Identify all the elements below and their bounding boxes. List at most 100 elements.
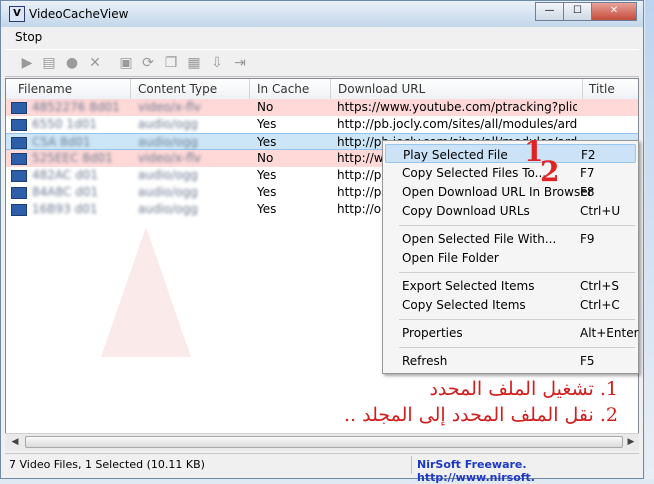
record-icon[interactable]: ● bbox=[64, 55, 80, 71]
column-header: Filename Content Type In Cache Download … bbox=[6, 79, 638, 100]
title-bar[interactable]: V VideoCacheView — ☐ ✕ bbox=[1, 1, 643, 27]
window-title: VideoCacheView bbox=[29, 7, 129, 21]
menu-item-label: Open File Folder bbox=[402, 251, 499, 265]
minimize-button[interactable]: — bbox=[535, 2, 564, 21]
column-divider[interactable] bbox=[130, 79, 131, 99]
video-file-icon bbox=[11, 102, 27, 114]
download-icon[interactable]: ⇩ bbox=[209, 55, 225, 71]
menu-export-selected-items[interactable]: Export Selected Items Ctrl+S bbox=[385, 276, 636, 295]
menu-play-selected-file[interactable]: Play Selected File F2 bbox=[385, 144, 636, 163]
scroll-thumb[interactable] bbox=[25, 436, 623, 448]
menu-properties[interactable]: Properties Alt+Enter bbox=[385, 323, 639, 342]
content-type-cell: audio/ogg bbox=[138, 185, 198, 199]
status-divider bbox=[411, 456, 412, 474]
status-summary: 7 Video Files, 1 Selected (10.11 KB) bbox=[9, 458, 205, 471]
filename-cell: 525EEC 8d01 bbox=[32, 151, 113, 165]
filename-cell: 482AC d01 bbox=[32, 168, 98, 182]
annotation-line-1: 1. تشغيل الملف المحدد bbox=[429, 378, 618, 400]
col-in-cache[interactable]: In Cache bbox=[257, 82, 309, 96]
filename-cell: 4852276 8d01 bbox=[32, 100, 120, 114]
menu-item-label: Open Selected File With... bbox=[402, 232, 557, 246]
play-icon[interactable]: ▶ bbox=[19, 55, 35, 71]
filename-cell: 16B93 d01 bbox=[32, 202, 98, 216]
watermark-logo bbox=[101, 227, 191, 357]
scroll-right-icon[interactable]: ▶ bbox=[623, 435, 639, 450]
refresh-icon[interactable]: ⟳ bbox=[140, 55, 156, 71]
close-button[interactable]: ✕ bbox=[591, 2, 637, 21]
filename-cell: 6550 1d01 bbox=[32, 117, 97, 131]
audio-file-icon bbox=[11, 187, 27, 199]
filename-cell: 84A8C d01 bbox=[32, 185, 99, 199]
table-row[interactable]: 6550 1d01 audio/ogg Yes http://pb.jocly.… bbox=[6, 116, 638, 133]
content-type-cell: video/x-flv bbox=[138, 100, 201, 114]
desktop-background bbox=[645, 0, 654, 479]
menu-item-shortcut: Ctrl+U bbox=[580, 204, 621, 218]
annotation-number-2: 2 bbox=[540, 155, 560, 188]
menu-item-label: Open Download URL In Browser bbox=[402, 185, 593, 199]
url-cell: http://pb.jocly.com/sites/all/modules/ar… bbox=[337, 117, 577, 131]
content-type-cell: audio/ogg bbox=[138, 135, 198, 149]
column-divider[interactable] bbox=[249, 79, 250, 99]
audio-file-icon bbox=[11, 119, 27, 131]
menu-open-file-folder[interactable]: Open File Folder bbox=[385, 248, 636, 267]
menu-refresh[interactable]: Refresh F5 bbox=[385, 351, 636, 370]
app-icon: V bbox=[9, 6, 25, 22]
menu-stop[interactable]: Stop bbox=[15, 30, 42, 44]
menu-open-selected-file-with[interactable]: Open Selected File With... F9 bbox=[385, 229, 636, 248]
url-cell: http://wi bbox=[337, 151, 382, 165]
menu-separator bbox=[399, 347, 635, 348]
content-type-cell: video/x-flv bbox=[138, 151, 201, 165]
nirsoft-link[interactable]: NirSoft Freeware. http://www.nirsoft. bbox=[417, 458, 639, 484]
col-filename[interactable]: Filename bbox=[18, 82, 72, 96]
menu-open-download-url[interactable]: Open Download URL In Browser F8 bbox=[385, 182, 636, 201]
horizontal-scrollbar[interactable]: ◀ ▶ bbox=[5, 433, 639, 451]
copy-files-icon[interactable]: ▤ bbox=[41, 55, 57, 71]
maximize-button[interactable]: ☐ bbox=[563, 2, 592, 21]
menu-copy-download-urls[interactable]: Copy Download URLs Ctrl+U bbox=[385, 201, 636, 220]
exit-icon[interactable]: ⇥ bbox=[232, 55, 248, 71]
video-file-icon bbox=[11, 153, 27, 165]
menu-separator bbox=[399, 319, 635, 320]
scroll-left-icon[interactable]: ◀ bbox=[7, 435, 23, 450]
status-bar: 7 Video Files, 1 Selected (10.11 KB) Nir… bbox=[5, 453, 639, 484]
annotation-line-2: 2. نقل الملف المحدد إلى المجلد .. bbox=[344, 404, 618, 426]
menu-item-label: Copy Download URLs bbox=[402, 204, 530, 218]
in-cache-cell: No bbox=[257, 151, 274, 165]
filename-cell: C5A 8d01 bbox=[32, 135, 91, 149]
col-content-type[interactable]: Content Type bbox=[138, 82, 217, 96]
col-download-url[interactable]: Download URL bbox=[338, 82, 425, 96]
column-divider[interactable] bbox=[582, 79, 583, 99]
properties-icon[interactable]: ▦ bbox=[186, 55, 202, 71]
audio-file-icon bbox=[11, 170, 27, 182]
menu-separator bbox=[399, 225, 635, 226]
col-title[interactable]: Title bbox=[589, 82, 615, 96]
menu-item-label: Export Selected Items bbox=[402, 279, 535, 293]
url-cell: https://www.youtube.com/ptracking?plid=.… bbox=[337, 100, 577, 114]
content-type-cell: audio/ogg bbox=[138, 168, 198, 182]
menu-copy-selected-files[interactable]: Copy Selected Files To... F7 bbox=[385, 163, 636, 182]
save-icon[interactable]: ▣ bbox=[118, 55, 134, 71]
content-type-cell: audio/ogg bbox=[138, 202, 198, 216]
table-row[interactable]: 4852276 8d01 video/x-flv No https://www.… bbox=[6, 99, 638, 116]
menu-copy-selected-items[interactable]: Copy Selected Items Ctrl+C bbox=[385, 295, 636, 314]
menu-item-label: Refresh bbox=[402, 354, 448, 368]
menu-separator bbox=[399, 272, 635, 273]
in-cache-cell: Yes bbox=[257, 185, 277, 199]
audio-file-icon bbox=[11, 204, 27, 216]
menu-item-shortcut: Ctrl+C bbox=[580, 298, 620, 312]
content-type-cell: audio/ogg bbox=[138, 117, 198, 131]
menu-item-shortcut: F2 bbox=[581, 148, 596, 162]
copy-icon[interactable]: ❐ bbox=[163, 55, 179, 71]
menu-item-shortcut: F5 bbox=[580, 354, 595, 368]
url-cell: http://pb bbox=[337, 168, 382, 182]
menu-bar: Stop bbox=[5, 28, 639, 48]
menu-item-label: Copy Selected Items bbox=[402, 298, 526, 312]
delete-icon[interactable]: ✕ bbox=[87, 55, 103, 71]
menu-item-shortcut: F9 bbox=[580, 232, 595, 246]
toolbar: ▶ ▤ ● ✕ ▣ ⟳ ❐ ▦ ⇩ ⇥ bbox=[5, 49, 639, 77]
column-divider[interactable] bbox=[330, 79, 331, 99]
menu-item-shortcut: Alt+Enter bbox=[580, 326, 639, 340]
in-cache-cell: Yes bbox=[257, 117, 277, 131]
in-cache-cell: Yes bbox=[257, 135, 277, 149]
in-cache-cell: No bbox=[257, 100, 274, 114]
